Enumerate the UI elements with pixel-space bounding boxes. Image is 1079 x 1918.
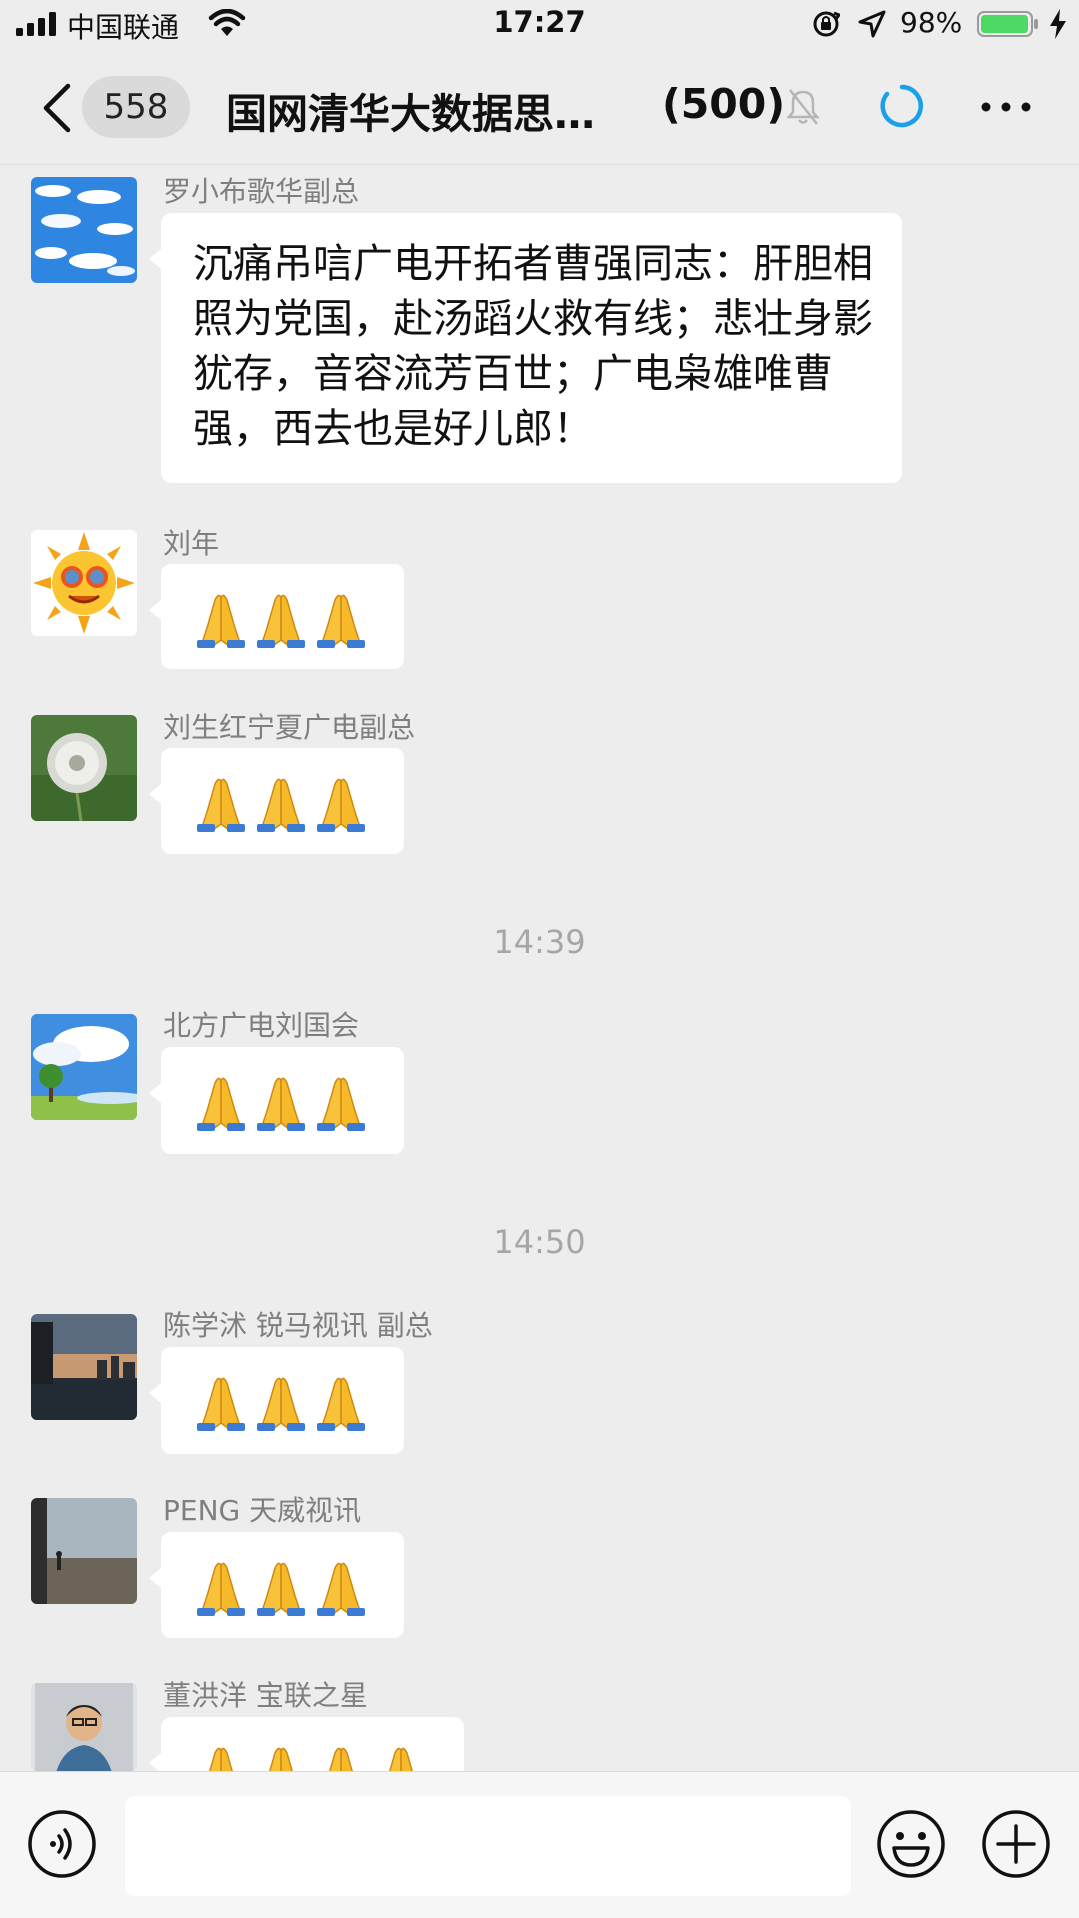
prayer-hands-icon: [257, 1377, 305, 1431]
sender-name: 刘生红宁夏广电副总: [163, 711, 416, 744]
sender-name: PENG 天威视讯: [163, 1494, 362, 1527]
prayer-emojis: [193, 1371, 369, 1431]
prayer-hands-icon: [317, 1562, 365, 1616]
chat-header: 558 国网清华大数据思… (500): [0, 52, 1079, 165]
unread-count-badge[interactable]: 558: [82, 76, 190, 138]
avatar[interactable]: [31, 1014, 137, 1120]
orientation-lock-icon: [813, 11, 840, 37]
message-text: 沉痛吊唁广电开拓者曹强同志：肝胆相照为党国，赴汤蹈火救有线；悲壮身影犹存，音容流…: [193, 241, 873, 452]
member-count: (500): [662, 80, 786, 128]
back-chevron-icon[interactable]: [38, 82, 74, 134]
avatar[interactable]: [31, 530, 137, 636]
voice-icon[interactable]: [27, 1809, 97, 1879]
plus-icon[interactable]: [981, 1809, 1051, 1879]
sender-name: 罗小布歌华副总: [163, 175, 360, 208]
battery-icon: [977, 11, 1038, 37]
prayer-hands-icon: [197, 594, 245, 648]
prayer-hands-icon: [317, 1377, 365, 1431]
emoji-message-bubble[interactable]: [149, 564, 404, 669]
emoji-message-bubble[interactable]: [149, 1347, 404, 1454]
prayer-hands-icon: [257, 1562, 305, 1616]
signal-icon: [16, 12, 56, 36]
prayer-emojis: [193, 772, 369, 832]
emoji-message-bubble[interactable]: [149, 1532, 404, 1638]
sender-name: 刘年: [163, 527, 220, 560]
prayer-hands-icon: [197, 778, 245, 832]
prayer-hands-icon: [197, 1077, 245, 1131]
prayer-hands-icon: [317, 778, 365, 832]
prayer-hands-icon: [317, 1077, 365, 1131]
more-dots-icon[interactable]: [980, 92, 1032, 122]
prayer-hands-icon: [257, 778, 305, 832]
emoji-icon[interactable]: [876, 1809, 946, 1879]
charging-bolt-icon: [1050, 9, 1066, 39]
prayer-hands-icon: [197, 1562, 245, 1616]
avatar[interactable]: [31, 1683, 137, 1771]
sender-name: 北方广电刘国会: [163, 1009, 360, 1042]
chat-title: 国网清华大数据思…: [226, 90, 595, 138]
prayer-emojis: [193, 1556, 369, 1616]
time-divider: 14:39: [493, 923, 586, 961]
carrier-name: 中国联通: [67, 11, 180, 44]
status-bar: 中国联通 17:27 98%: [0, 0, 1079, 50]
loading-spinner-icon: [880, 84, 923, 128]
message-input[interactable]: [125, 1796, 851, 1896]
avatar[interactable]: [31, 1314, 137, 1420]
prayer-hands-icon: [317, 594, 365, 648]
text-message-bubble[interactable]: 沉痛吊唁广电开拓者曹强同志：肝胆相照为党国，赴汤蹈火救有线；悲壮身影犹存，音容流…: [149, 213, 902, 483]
prayer-emojis: [193, 588, 369, 648]
prayer-hands-icon: [257, 1077, 305, 1131]
sender-name: 董洪洋 宝联之星: [163, 1679, 368, 1712]
emoji-message-bubble[interactable]: [149, 1047, 404, 1154]
wifi-icon: [208, 9, 246, 36]
input-bar: [0, 1771, 1079, 1918]
avatar[interactable]: [31, 177, 137, 283]
prayer-hands-icon: [257, 594, 305, 648]
emoji-message-bubble[interactable]: [149, 748, 404, 854]
muted-bell-icon: [786, 89, 820, 125]
sender-name: 陈学沭 锐马视讯 副总: [163, 1309, 433, 1342]
battery-percent: 98%: [900, 6, 963, 39]
prayer-emojis: [193, 1071, 369, 1131]
prayer-hands-icon: [197, 1377, 245, 1431]
location-icon: [858, 10, 886, 38]
avatar[interactable]: [31, 715, 137, 821]
time-divider: 14:50: [493, 1223, 586, 1261]
avatar[interactable]: [31, 1498, 137, 1604]
